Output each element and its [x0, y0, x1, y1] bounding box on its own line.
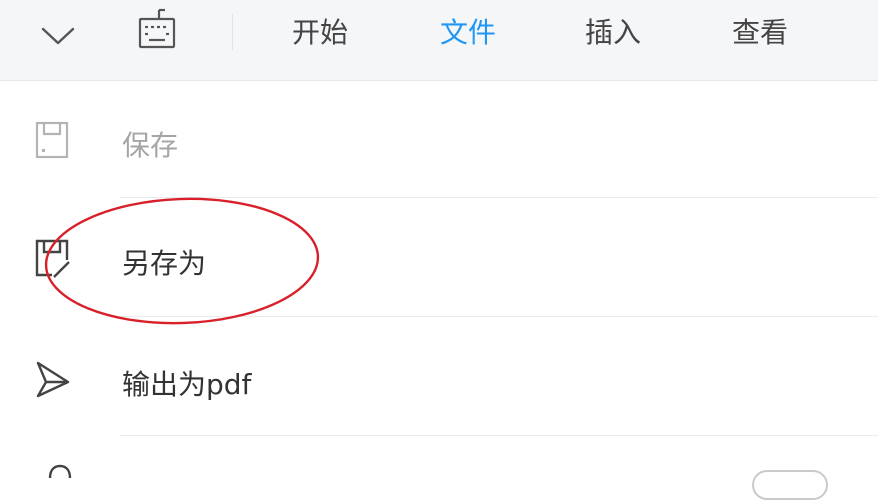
partial-row-icon — [40, 462, 80, 482]
tab-file[interactable]: 文件 — [440, 16, 496, 50]
send-icon — [34, 360, 70, 400]
toolbar-divider — [232, 14, 233, 50]
top-toolbar: 开始 文件 插入 查看 — [0, 0, 878, 81]
highlight-ellipse-annotation — [44, 197, 320, 325]
save-icon — [34, 120, 70, 160]
keyboard-icon[interactable] — [130, 6, 184, 52]
menu-item-export-pdf[interactable]: 输出为pdf — [0, 317, 878, 436]
menu-item-export-pdf-label: 输出为pdf — [122, 368, 252, 401]
menu-item-save-label: 保存 — [122, 129, 179, 162]
chevron-down-icon[interactable] — [36, 18, 80, 54]
tab-view[interactable]: 查看 — [732, 16, 788, 50]
menu-item-save[interactable]: 保存 — [0, 80, 878, 198]
tab-start[interactable]: 开始 — [292, 16, 348, 50]
tab-insert[interactable]: 插入 — [585, 16, 641, 50]
toggle-switch[interactable] — [752, 470, 828, 500]
row-divider — [120, 435, 878, 436]
